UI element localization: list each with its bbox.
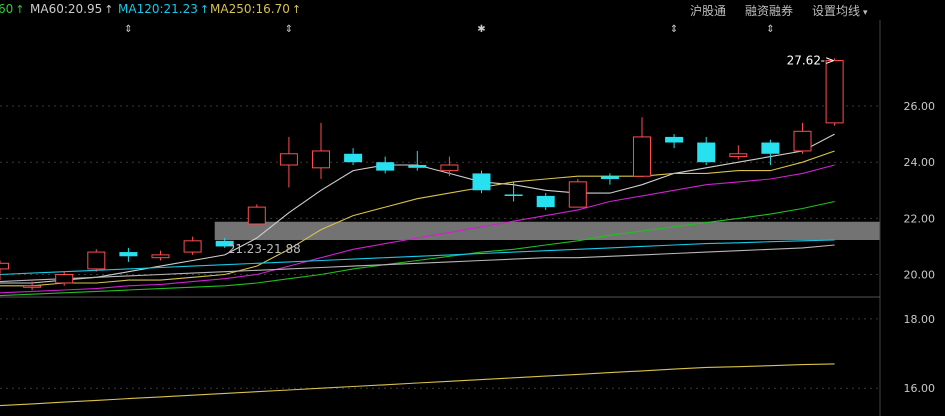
candle (376, 156, 395, 174)
candle (408, 150, 427, 171)
candle (247, 204, 266, 225)
candlestick-chart: 26.00 24.00 22.00 20.00 18.00 16.00 ⇕ ⇕ ✱ ⇕ ⇕ 21.… (0, 20, 936, 416)
candle (504, 181, 523, 202)
event-marker-icon[interactable]: ✱ (477, 24, 485, 35)
highlight-band (214, 221, 880, 240)
candle (183, 236, 202, 255)
candle (793, 122, 812, 154)
ma-line-3 (0, 200, 835, 297)
candle (825, 58, 844, 126)
event-marker-icon[interactable]: ⇕ (285, 24, 293, 35)
y-tick-label: 22.00 (904, 212, 936, 225)
candle (665, 134, 684, 149)
candle (440, 156, 459, 177)
indicator-header: 60 ↑ MA60:20.95 ↑ MA120:21.23 ↑ MA250:16.70… (0, 0, 945, 20)
event-marker-icon[interactable]: ⇕ (670, 24, 678, 35)
ma-legend-item-1: MA60:20.95 ↑ (30, 2, 114, 16)
candle (729, 145, 748, 160)
ma-line-4 (0, 239, 835, 276)
candle (472, 170, 491, 194)
ma-settings-button[interactable]: 设置均线 ▾ (812, 2, 868, 19)
candle (697, 136, 716, 165)
rzrq-button[interactable]: 融资融券 (745, 2, 793, 19)
moving-average-lines (0, 133, 835, 407)
ma-line-5 (0, 244, 835, 283)
candle (344, 148, 363, 165)
ma-legend-item-2: MA120:21.23 ↑ (118, 2, 210, 16)
last-price-arrow: -> (821, 54, 835, 68)
ma-legend-item-3: MA250:16.70 ↑ (210, 2, 302, 16)
y-tick-label: 16.00 (904, 382, 936, 395)
y-tick-label: 20.00 (904, 269, 936, 282)
event-markers: ⇕ ⇕ ✱ ⇕ ⇕ (124, 24, 774, 35)
y-tick-label: 24.00 (904, 156, 936, 169)
grid-lines (0, 105, 880, 389)
event-marker-icon[interactable]: ⇕ (766, 24, 774, 35)
y-tick-label: 26.00 (904, 100, 936, 113)
ma-legend-item-0: 60 ↑ (0, 2, 25, 16)
ma-line-6 (0, 363, 835, 407)
chevron-down-icon: ▾ (863, 8, 868, 18)
hgt-button[interactable]: 沪股通 (690, 2, 726, 19)
candle (0, 260, 9, 281)
candle (151, 250, 170, 261)
event-marker-icon[interactable]: ⇕ (124, 24, 132, 35)
range-label: 21.23-21.88 (228, 242, 301, 256)
candle (761, 139, 780, 165)
candle (312, 122, 330, 180)
candle (633, 117, 651, 177)
candle (600, 173, 619, 185)
candle (536, 193, 555, 210)
candles (0, 58, 844, 290)
candle (279, 136, 298, 188)
last-price-label: 27.62 (787, 54, 821, 68)
y-tick-label: 18.00 (904, 313, 936, 326)
price-axis: 26.00 24.00 22.00 20.00 18.00 16.00 (904, 100, 936, 395)
candle (87, 249, 106, 272)
candle (119, 247, 138, 262)
candle (568, 179, 587, 208)
